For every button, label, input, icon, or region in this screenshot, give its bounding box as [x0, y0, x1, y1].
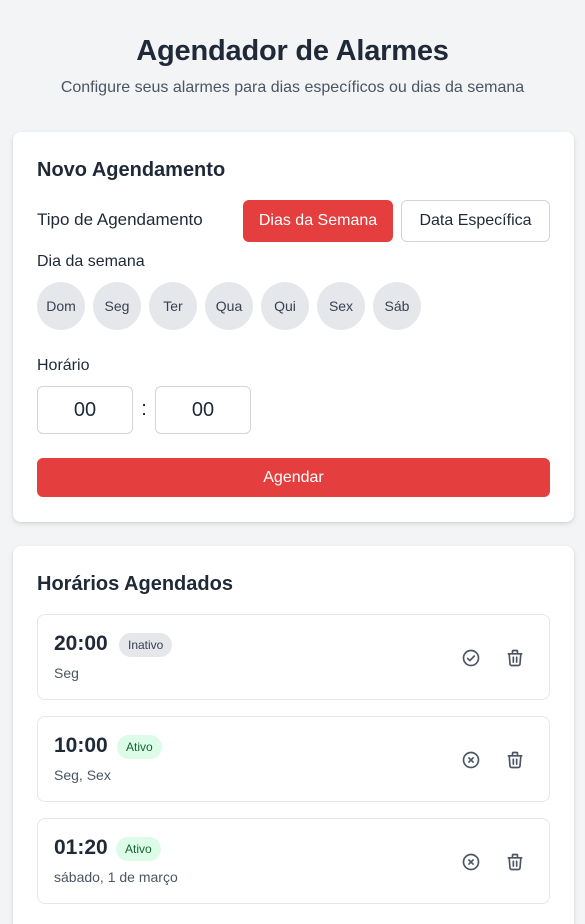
status-badge: Ativo: [116, 837, 161, 861]
status-badge: Ativo: [117, 735, 162, 759]
schedule-button[interactable]: Agendar: [37, 458, 550, 497]
time-separator: :: [141, 398, 147, 420]
scheduled-list-card: Horários Agendados 20:00 Inativo Seg 10:…: [13, 546, 574, 924]
alarm-item: 01:20 Ativo sábado, 1 de março: [37, 818, 550, 904]
check-circle-icon[interactable]: [460, 647, 482, 669]
schedule-type-label: Tipo de Agendamento: [37, 210, 203, 229]
day-button-ter[interactable]: Ter: [149, 282, 197, 330]
x-circle-icon[interactable]: [460, 851, 482, 873]
weekday-selector: Dom Seg Ter Qua Qui Sex Sáb: [37, 282, 421, 330]
time-label: Horário: [37, 357, 90, 374]
status-badge: Inativo: [119, 633, 173, 657]
scheduled-list-title: Horários Agendados: [37, 573, 233, 595]
trash-icon[interactable]: [504, 851, 526, 873]
weekday-label: Dia da semana: [37, 253, 145, 270]
page-title: Agendador de Alarmes: [136, 35, 449, 67]
alarm-time: 20:00: [54, 632, 108, 655]
page-header: Agendador de Alarmes Configure seus alar…: [0, 0, 585, 98]
trash-icon[interactable]: [504, 647, 526, 669]
day-button-dom[interactable]: Dom: [37, 282, 85, 330]
alarm-time: 01:20: [54, 836, 108, 859]
new-schedule-card: Novo Agendamento Tipo de Agendamento Dia…: [13, 132, 574, 522]
day-button-qua[interactable]: Qua: [205, 282, 253, 330]
hour-input[interactable]: [37, 386, 133, 434]
alarm-days: Seg: [54, 665, 79, 681]
alarm-time: 10:00: [54, 734, 108, 757]
x-circle-icon[interactable]: [460, 749, 482, 771]
day-button-sab[interactable]: Sáb: [373, 282, 421, 330]
minute-input[interactable]: [155, 386, 251, 434]
trash-icon[interactable]: [504, 749, 526, 771]
day-button-qui[interactable]: Qui: [261, 282, 309, 330]
alarm-days: Seg, Sex: [54, 767, 111, 783]
page: Agendador de Alarmes Configure seus alar…: [0, 0, 585, 924]
alarm-days: sábado, 1 de março: [54, 869, 178, 885]
day-button-seg[interactable]: Seg: [93, 282, 141, 330]
alarm-item: 10:00 Ativo Seg, Sex: [37, 716, 550, 802]
day-button-sex[interactable]: Sex: [317, 282, 365, 330]
page-subtitle: Configure seus alarmes para dias específ…: [60, 79, 525, 96]
alarm-item: 20:00 Inativo Seg: [37, 614, 550, 700]
new-schedule-title: Novo Agendamento: [37, 159, 226, 181]
specific-date-type-button[interactable]: Data Específica: [401, 200, 550, 242]
weekdays-type-button[interactable]: Dias da Semana: [243, 200, 393, 242]
